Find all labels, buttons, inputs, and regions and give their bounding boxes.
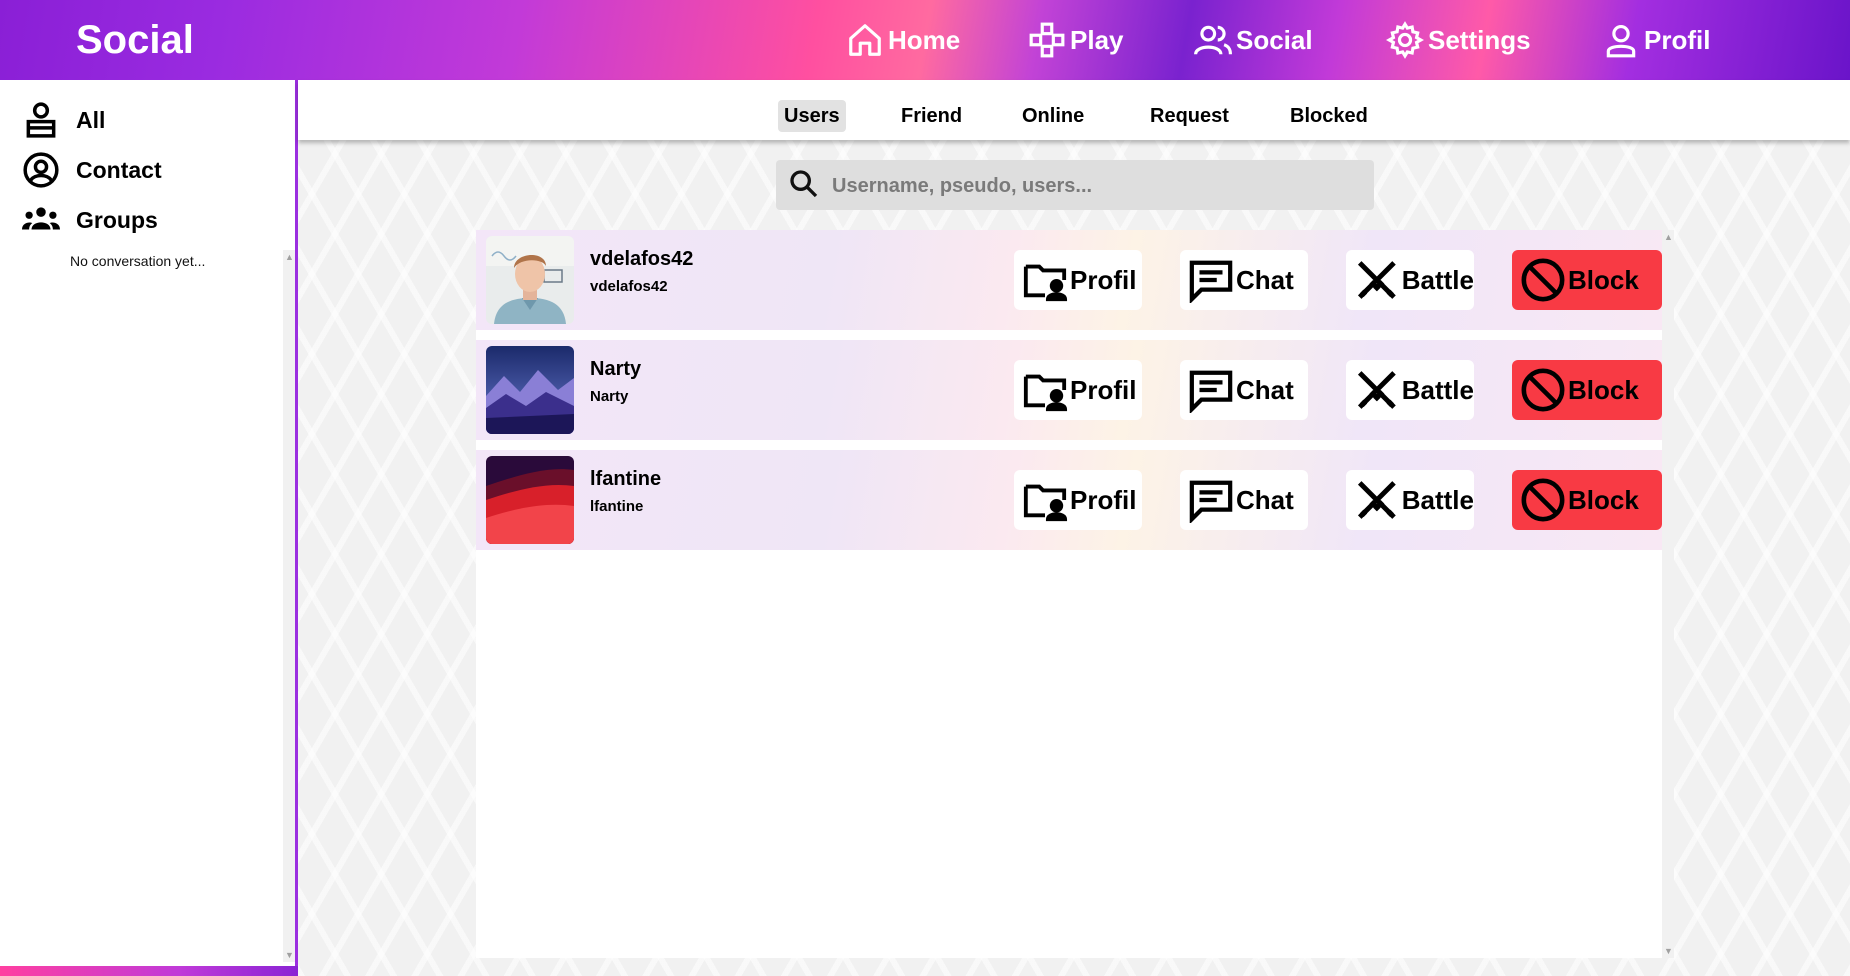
- battle-button-label: Battle: [1401, 264, 1474, 295]
- tab-friend[interactable]: Friend: [895, 100, 968, 132]
- sidebar-item-groups[interactable]: Groups: [22, 200, 158, 240]
- account-circle-icon: [23, 152, 59, 188]
- main-content: Users Friend Online Request Blocked ▲ ▼: [298, 80, 1850, 976]
- nav-home[interactable]: Home: [846, 18, 960, 62]
- scroll-down-arrow-icon[interactable]: ▼: [285, 950, 294, 960]
- sidebar: All Contact Groups No conversation yet..…: [0, 80, 298, 976]
- top-navbar: Social Home Play Social Settings Profil: [0, 0, 1850, 80]
- nav-settings[interactable]: Settings: [1386, 18, 1531, 62]
- search-bar: [776, 160, 1374, 210]
- user-name: Narty: [590, 358, 642, 380]
- sidebar-item-all[interactable]: All: [22, 100, 105, 140]
- app-title: Social: [76, 18, 194, 62]
- block-icon: [1521, 258, 1565, 302]
- block-button[interactable]: Block: [1512, 360, 1662, 420]
- sidebar-item-label: All: [76, 106, 106, 133]
- tab-bar: Users Friend Online Request Blocked: [298, 80, 1850, 140]
- battle-button-label: Battle: [1401, 374, 1474, 405]
- chat-icon: [1189, 260, 1233, 303]
- gamepad-icon: [1029, 22, 1065, 58]
- nav-profil[interactable]: Profil: [1602, 18, 1710, 62]
- chat-icon: [1189, 370, 1233, 413]
- tab-request[interactable]: Request: [1144, 100, 1235, 132]
- tab-online[interactable]: Online: [1016, 100, 1090, 132]
- nav-profil-label: Profil: [1644, 24, 1711, 55]
- user-icon: [1606, 24, 1636, 58]
- user-list-scrollbar[interactable]: ▲ ▼: [1662, 230, 1674, 958]
- user-pseudo: vdelafos42: [590, 278, 668, 295]
- block-button-label: Block: [1568, 484, 1639, 515]
- empty-conversations-text: No conversation yet...: [70, 253, 206, 269]
- sidebar-item-contact[interactable]: Contact: [22, 150, 162, 190]
- group-icon: [22, 207, 60, 230]
- profil-button-label: Profil: [1070, 264, 1137, 295]
- home-icon: [849, 24, 881, 56]
- nav-social-label: Social: [1236, 24, 1313, 55]
- profil-button-label: Profil: [1070, 374, 1137, 405]
- red-wave-abstract-icon: [486, 456, 574, 544]
- folder-user-icon: [1023, 374, 1068, 412]
- scroll-up-arrow-icon[interactable]: ▲: [1664, 232, 1673, 242]
- chat-button[interactable]: Chat: [1180, 470, 1308, 530]
- chat-button[interactable]: Chat: [1180, 360, 1308, 420]
- block-button[interactable]: Block: [1512, 250, 1662, 310]
- profil-button[interactable]: Profil: [1014, 360, 1142, 420]
- folder-user-icon: [1023, 484, 1068, 522]
- sidebar-item-label: Groups: [76, 206, 158, 233]
- user-row: Narty Narty Profil Chat Battle Block: [476, 340, 1662, 440]
- avatar[interactable]: [486, 236, 574, 324]
- portrait-photo-icon: [486, 236, 574, 324]
- nav-play[interactable]: Play: [1028, 18, 1124, 62]
- battle-button[interactable]: Battle: [1346, 470, 1474, 530]
- battle-button-label: Battle: [1401, 484, 1474, 515]
- user-row: vdelafos42 vdelafos42 Profil Chat Battle: [476, 230, 1662, 330]
- nav-social[interactable]: Social: [1194, 18, 1313, 62]
- block-icon: [1521, 478, 1565, 522]
- chat-icon: [1189, 480, 1233, 523]
- folder-user-icon: [1023, 264, 1068, 302]
- block-button-label: Block: [1568, 264, 1639, 295]
- search-input[interactable]: [830, 168, 1354, 204]
- profil-button[interactable]: Profil: [1014, 470, 1142, 530]
- chat-button[interactable]: Chat: [1180, 250, 1308, 310]
- battle-button[interactable]: Battle: [1346, 250, 1474, 310]
- mountain-landscape-icon: [486, 346, 574, 434]
- block-button[interactable]: Block: [1512, 470, 1662, 530]
- person-bust-icon: [26, 102, 56, 138]
- user-pseudo: lfantine: [590, 498, 644, 515]
- nav-settings-label: Settings: [1428, 24, 1531, 55]
- crossed-swords-icon: [1357, 261, 1396, 299]
- block-button-label: Block: [1568, 374, 1639, 405]
- user-row: lfantine lfantine Profil Chat Battle Blo…: [476, 450, 1662, 550]
- sidebar-bottom-accent: [0, 966, 298, 976]
- tab-users[interactable]: Users: [778, 100, 846, 132]
- avatar[interactable]: [486, 456, 574, 544]
- user-name: lfantine: [590, 468, 662, 490]
- battle-button[interactable]: Battle: [1346, 360, 1474, 420]
- user-name: vdelafos42: [590, 248, 694, 270]
- sidebar-item-label: Contact: [76, 156, 162, 183]
- tab-blocked[interactable]: Blocked: [1284, 100, 1374, 132]
- chat-button-label: Chat: [1236, 374, 1294, 405]
- block-icon: [1521, 368, 1565, 412]
- search-icon: [790, 170, 818, 198]
- user-pseudo: Narty: [590, 388, 629, 405]
- profil-button[interactable]: Profil: [1014, 250, 1142, 310]
- chat-button-label: Chat: [1236, 484, 1294, 515]
- avatar[interactable]: [486, 346, 574, 434]
- profil-button-label: Profil: [1070, 484, 1137, 515]
- gear-icon: [1386, 21, 1424, 59]
- crossed-swords-icon: [1357, 371, 1396, 409]
- crossed-swords-icon: [1357, 481, 1396, 519]
- nav-home-label: Home: [888, 24, 961, 55]
- sidebar-scrollbar[interactable]: ▲ ▼: [283, 250, 295, 962]
- scroll-up-arrow-icon[interactable]: ▲: [285, 252, 294, 262]
- chat-button-label: Chat: [1236, 264, 1294, 295]
- users-icon: [1194, 25, 1232, 55]
- nav-play-label: Play: [1070, 24, 1124, 55]
- scroll-down-arrow-icon[interactable]: ▼: [1664, 946, 1673, 956]
